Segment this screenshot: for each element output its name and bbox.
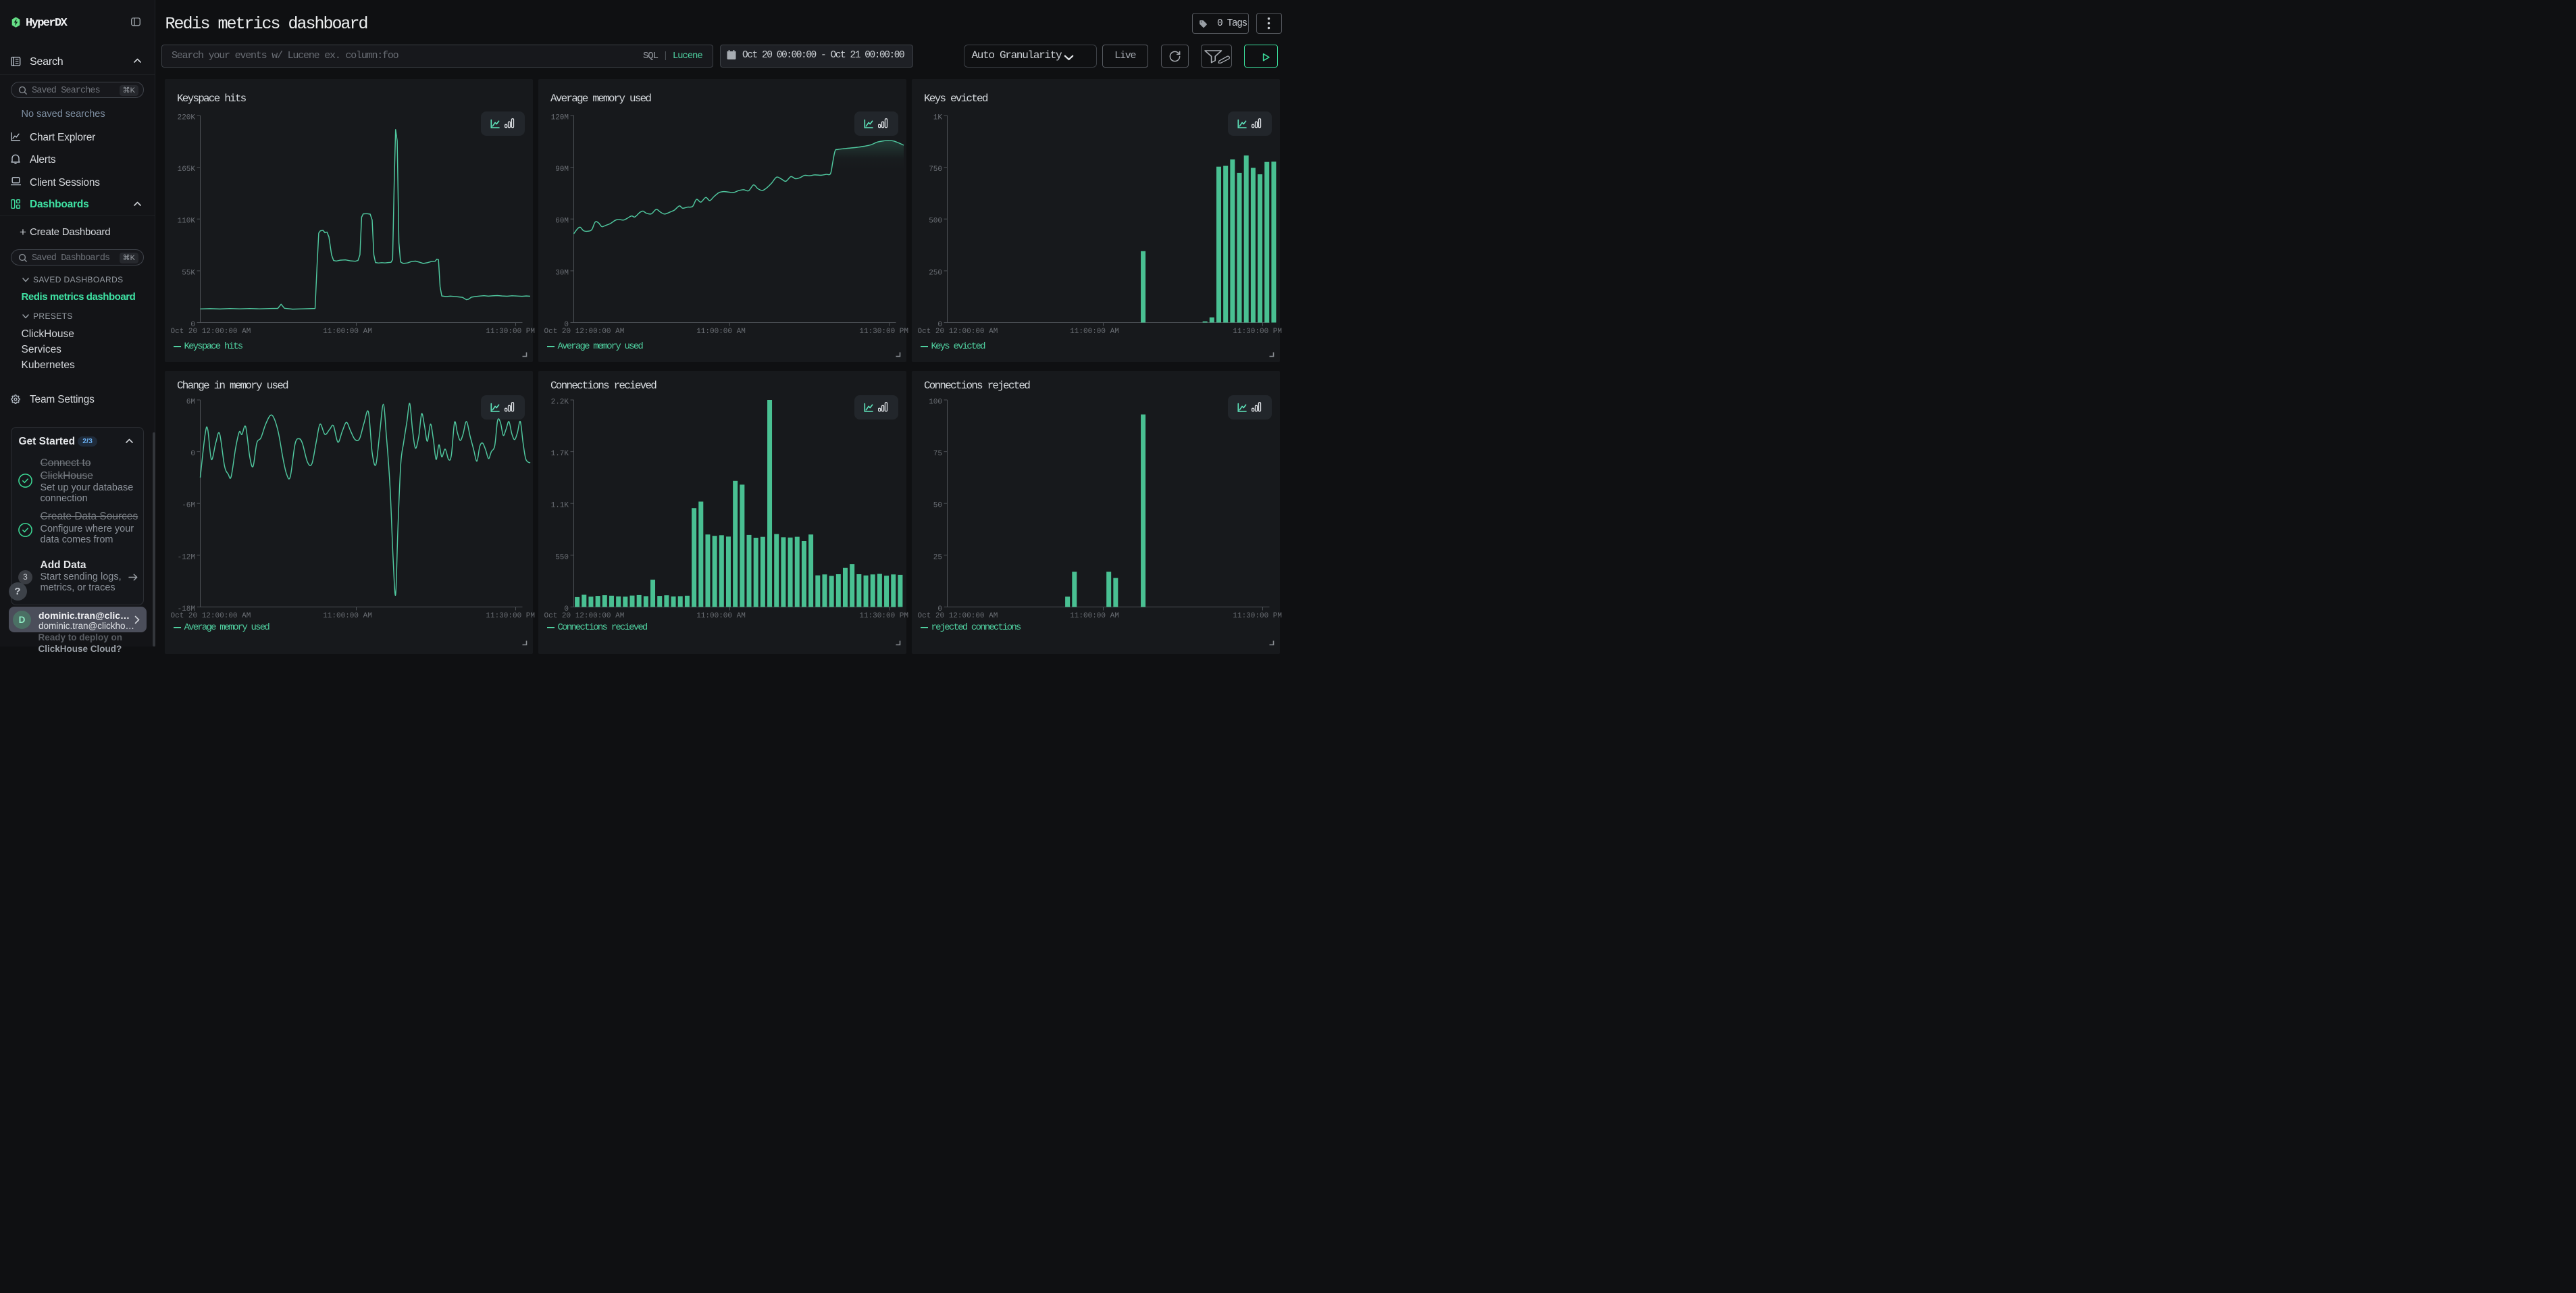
svg-text:Oct 20 12:00:00 AM: Oct 20 12:00:00 AM bbox=[544, 612, 624, 620]
svg-text:11:00:00 AM: 11:00:00 AM bbox=[323, 328, 372, 336]
svg-text:1K: 1K bbox=[933, 113, 942, 122]
svg-text:1.7K: 1.7K bbox=[550, 450, 569, 458]
svg-text:Oct 20 12:00:00 AM: Oct 20 12:00:00 AM bbox=[170, 612, 251, 620]
svg-text:120M: 120M bbox=[550, 113, 568, 122]
svg-text:2.2K: 2.2K bbox=[550, 398, 569, 406]
svg-text:0: 0 bbox=[190, 450, 195, 458]
svg-text:30M: 30M bbox=[555, 269, 569, 277]
svg-text:-12M: -12M bbox=[177, 553, 195, 561]
svg-text:Oct 20 12:00:00 AM: Oct 20 12:00:00 AM bbox=[917, 328, 998, 336]
svg-text:11:00:00 AM: 11:00:00 AM bbox=[1070, 328, 1119, 336]
svg-text:165K: 165K bbox=[177, 166, 195, 174]
svg-text:250: 250 bbox=[929, 269, 942, 277]
svg-text:75: 75 bbox=[933, 450, 942, 458]
svg-text:-6M: -6M bbox=[182, 501, 195, 509]
svg-text:60M: 60M bbox=[555, 218, 569, 226]
svg-text:11:30:00 PM: 11:30:00 PM bbox=[486, 612, 535, 620]
svg-text:1.1K: 1.1K bbox=[550, 501, 569, 509]
svg-text:11:00:00 AM: 11:00:00 AM bbox=[323, 612, 372, 620]
svg-text:Oct 20 12:00:00 AM: Oct 20 12:00:00 AM bbox=[917, 612, 998, 620]
svg-text:11:30:00 PM: 11:30:00 PM bbox=[486, 328, 535, 336]
svg-text:11:30:00 PM: 11:30:00 PM bbox=[1233, 612, 1282, 620]
svg-text:11:00:00 AM: 11:00:00 AM bbox=[696, 328, 746, 336]
svg-text:90M: 90M bbox=[555, 166, 569, 174]
svg-text:110K: 110K bbox=[177, 218, 195, 226]
svg-text:11:30:00 PM: 11:30:00 PM bbox=[859, 328, 908, 336]
svg-text:550: 550 bbox=[555, 553, 569, 561]
svg-text:11:30:00 PM: 11:30:00 PM bbox=[1233, 328, 1282, 336]
svg-text:100: 100 bbox=[929, 398, 942, 406]
svg-text:Oct 20 12:00:00 AM: Oct 20 12:00:00 AM bbox=[544, 328, 624, 336]
svg-text:25: 25 bbox=[933, 553, 942, 561]
svg-text:11:30:00 PM: 11:30:00 PM bbox=[859, 612, 908, 620]
svg-text:Oct 20 12:00:00 AM: Oct 20 12:00:00 AM bbox=[170, 328, 251, 336]
svg-text:11:00:00 AM: 11:00:00 AM bbox=[1070, 612, 1119, 620]
svg-text:220K: 220K bbox=[177, 113, 195, 122]
svg-text:6M: 6M bbox=[186, 398, 195, 406]
svg-text:50: 50 bbox=[933, 501, 942, 509]
svg-text:750: 750 bbox=[929, 166, 942, 174]
svg-text:500: 500 bbox=[929, 218, 942, 226]
svg-text:55K: 55K bbox=[182, 269, 195, 277]
svg-text:11:00:00 AM: 11:00:00 AM bbox=[696, 612, 746, 620]
